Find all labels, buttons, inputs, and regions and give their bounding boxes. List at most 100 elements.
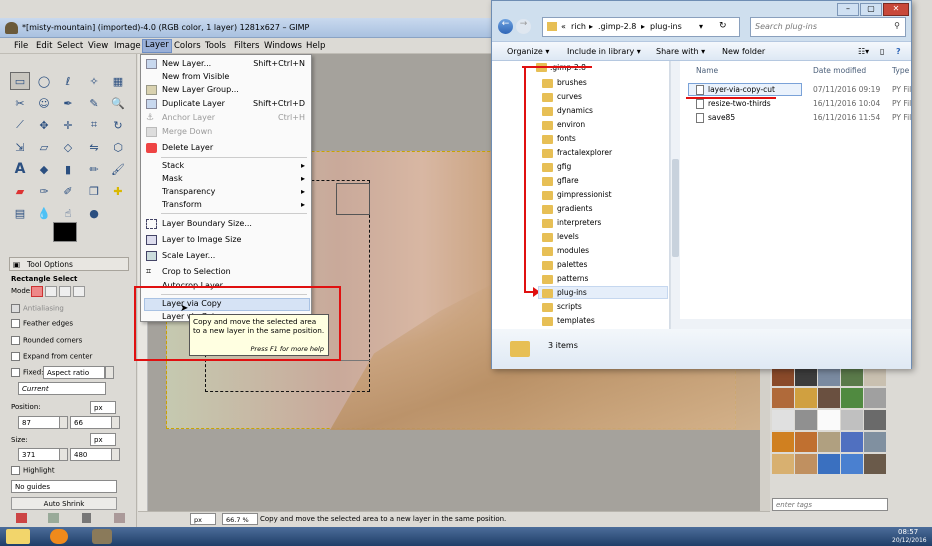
pattern-swatch[interactable]	[772, 366, 794, 386]
file-name[interactable]: save85	[708, 113, 735, 122]
align-icon[interactable]: ✛	[58, 116, 78, 134]
mode-add-icon[interactable]	[45, 286, 57, 297]
menu-filters[interactable]: Filters	[234, 41, 259, 51]
breadcrumb-plugins[interactable]: plug-ins	[650, 22, 682, 31]
fuzzy-select-icon[interactable]: ✧	[84, 72, 104, 90]
pattern-swatch[interactable]	[818, 388, 840, 408]
nav-folder[interactable]: modules	[557, 246, 589, 255]
pattern-swatch[interactable]	[818, 366, 840, 386]
ink-icon[interactable]: ✐	[58, 182, 78, 200]
nav-scrollbar-thumb[interactable]	[672, 159, 679, 257]
pattern-swatch[interactable]	[795, 366, 817, 386]
mode-intersect-icon[interactable]	[73, 286, 85, 297]
foreground-color-swatch[interactable]	[53, 222, 77, 242]
minimize-button[interactable]: –	[837, 3, 859, 16]
crop-icon[interactable]: ⌗	[84, 116, 104, 134]
menu-item-delete-layer[interactable]: Delete Layer	[162, 143, 213, 152]
pattern-swatch[interactable]	[841, 410, 863, 430]
pattern-swatch[interactable]	[772, 388, 794, 408]
pencil-icon[interactable]: ✏	[84, 160, 104, 178]
menu-item-stack[interactable]: Stack	[162, 161, 184, 170]
antialiasing-option[interactable]: Antialiasing	[11, 304, 64, 313]
new-folder-button[interactable]: New folder	[722, 47, 765, 56]
pattern-swatch[interactable]	[841, 432, 863, 452]
pattern-swatch[interactable]	[841, 366, 863, 386]
nav-folder[interactable]: gflare	[557, 176, 579, 185]
breadcrumb-gimp[interactable]: .gimp-2.8	[598, 22, 636, 31]
perspective-icon[interactable]: ◇	[58, 138, 78, 156]
breadcrumb-rich[interactable]: rich	[571, 22, 586, 31]
heal-icon[interactable]: ✚	[108, 182, 128, 200]
fixed-select[interactable]: Aspect ratio	[43, 366, 105, 379]
column-date[interactable]: Date modified	[813, 66, 866, 75]
menu-item-new-layer[interactable]: New Layer...	[162, 59, 211, 68]
menu-item-crop-to-selection[interactable]: Crop to Selection	[162, 267, 231, 276]
media-player-taskbar-icon[interactable]	[50, 529, 68, 544]
menu-layer[interactable]: Layer	[142, 39, 172, 53]
nav-folder[interactable]: curves	[557, 92, 582, 101]
position-y-spinner[interactable]	[111, 416, 120, 429]
delete-options-icon[interactable]	[82, 513, 91, 523]
pattern-swatch[interactable]	[772, 432, 794, 452]
preview-pane-icon[interactable]: ▯	[880, 47, 884, 56]
paintbrush-icon[interactable]: 🖌	[108, 160, 128, 178]
size-height-input[interactable]: 480	[70, 448, 112, 461]
menu-item-mask[interactable]: Mask	[162, 174, 183, 183]
close-button[interactable]: ✕	[883, 3, 909, 16]
pattern-swatch[interactable]	[772, 454, 794, 474]
expand-option[interactable]: Expand from center	[11, 352, 92, 361]
paths-icon[interactable]: ✒	[58, 94, 78, 112]
menu-colors[interactable]: Colors	[174, 41, 201, 51]
select-by-color-icon[interactable]: ▦	[108, 72, 128, 90]
dropdown-arrow-icon[interactable]: ▾	[699, 22, 703, 31]
nav-folder[interactable]: dynamics	[557, 106, 593, 115]
size-height-spinner[interactable]	[111, 448, 120, 461]
nav-folder[interactable]: levels	[557, 232, 579, 241]
selection-handle-bottom[interactable]	[205, 360, 370, 392]
pattern-swatch[interactable]	[818, 410, 840, 430]
menu-select[interactable]: Select	[57, 41, 83, 51]
cage-icon[interactable]: ⬡	[108, 138, 128, 156]
rotate-icon[interactable]: ↻	[108, 116, 128, 134]
menu-item-layer-boundary-size[interactable]: Layer Boundary Size...	[162, 219, 252, 228]
search-icon[interactable]: ⚲	[894, 21, 900, 30]
feather-option[interactable]: Feather edges	[11, 319, 73, 328]
gimp-taskbar-icon[interactable]	[92, 529, 112, 544]
nav-folder[interactable]: gfig	[557, 162, 571, 171]
pattern-swatch[interactable]	[818, 454, 840, 474]
menu-edit[interactable]: Edit	[36, 41, 52, 51]
color-picker-icon[interactable]: ✎	[84, 94, 104, 112]
nav-folder[interactable]: fractalexplorer	[557, 148, 612, 157]
address-bar[interactable]: « rich ▸ .gimp-2.8 ▸ plug-ins ▾ ↻	[542, 17, 740, 37]
flip-icon[interactable]: ⇋	[84, 138, 104, 156]
nav-folder[interactable]: brushes	[557, 78, 587, 87]
mode-replace-icon[interactable]	[31, 286, 43, 297]
scale-icon[interactable]: ⇲	[10, 138, 30, 156]
pattern-swatch[interactable]	[841, 454, 863, 474]
position-unit-select[interactable]: px	[90, 401, 116, 414]
free-select-icon[interactable]: ℓ	[58, 72, 78, 90]
nav-folder[interactable]: environ	[557, 120, 585, 129]
nav-folder[interactable]: palettes	[557, 260, 587, 269]
status-unit-select[interactable]: px	[190, 513, 216, 525]
view-options-icon[interactable]: ☷▾	[858, 47, 869, 56]
menu-item-duplicate-layer[interactable]: Duplicate Layer	[162, 99, 225, 108]
text-tool-icon[interactable]: A	[10, 160, 30, 178]
pattern-swatch[interactable]	[818, 432, 840, 452]
maximize-button[interactable]: ▢	[860, 3, 882, 16]
position-y-input[interactable]: 66	[70, 416, 112, 429]
file-name[interactable]: layer-via-copy-cut	[708, 85, 775, 94]
reset-options-icon[interactable]	[114, 513, 125, 523]
position-x-spinner[interactable]	[59, 416, 68, 429]
measure-icon[interactable]: ⟋	[10, 116, 30, 134]
menu-item-layer-to-image-size[interactable]: Layer to Image Size	[162, 235, 241, 244]
pattern-swatch[interactable]	[864, 410, 886, 430]
smudge-icon[interactable]: ☝	[58, 204, 78, 222]
menu-windows[interactable]: Windows	[264, 41, 302, 51]
nav-folder[interactable]: patterns	[557, 274, 588, 283]
tool-options-tab[interactable]: ▣ Tool Options	[9, 257, 129, 271]
ellipse-select-icon[interactable]: ◯	[34, 72, 54, 90]
airbrush-icon[interactable]: ✑	[34, 182, 54, 200]
perspective-clone-icon[interactable]: ▤	[10, 204, 30, 222]
nav-folder[interactable]: scripts	[557, 302, 582, 311]
